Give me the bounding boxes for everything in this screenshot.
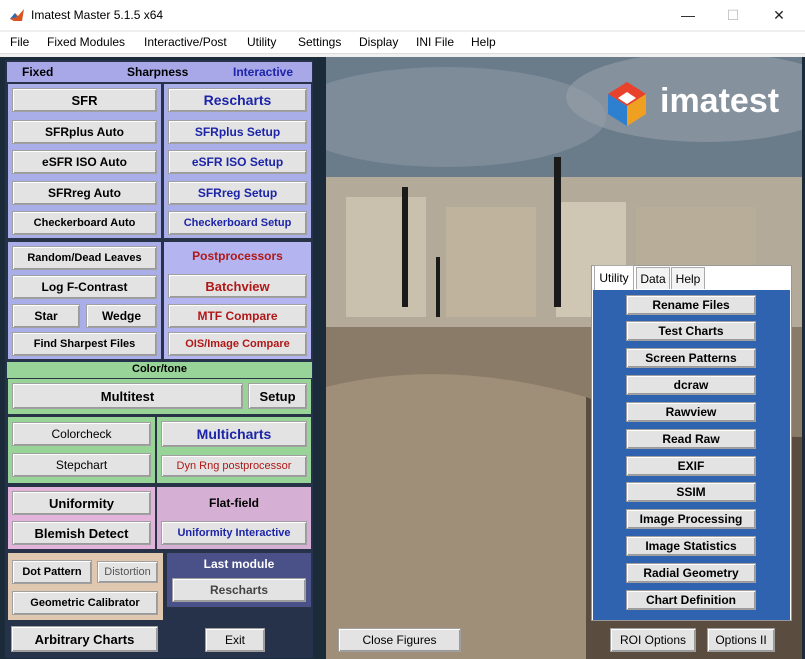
menu-settings[interactable]: Settings [298, 35, 341, 49]
flat-field-label: Flat-field [209, 496, 259, 510]
last-module-button[interactable]: Rescharts [172, 578, 306, 602]
postprocessors-label: Postprocessors [192, 249, 283, 263]
menu-utility[interactable]: Utility [247, 35, 276, 49]
window-title: Imatest Master 5.1.5 x64 [31, 8, 164, 22]
tab-help[interactable]: Help [671, 267, 705, 289]
dcraw-button[interactable]: dcraw [626, 375, 756, 395]
rawview-button[interactable]: Rawview [626, 402, 756, 422]
menu-display[interactable]: Display [359, 35, 398, 49]
interactive-label: Interactive [233, 65, 294, 79]
sharpness-label: Sharpness [127, 65, 189, 79]
menu-fixed-modules[interactable]: Fixed Modules [47, 35, 125, 49]
options-ii-button[interactable]: Options II [707, 628, 775, 652]
read-raw-button[interactable]: Read Raw [626, 429, 756, 449]
stepchart-button[interactable]: Stepchart [12, 453, 151, 477]
multitest-button[interactable]: Multitest [12, 383, 243, 409]
image-statistics-button[interactable]: Image Statistics [626, 536, 756, 556]
blemish-detect-button[interactable]: Blemish Detect [12, 521, 151, 545]
mtf-compare-button[interactable]: MTF Compare [168, 304, 307, 328]
exit-button[interactable]: Exit [205, 628, 265, 652]
sfr-button[interactable]: SFR [12, 88, 157, 112]
radial-geometry-button[interactable]: Radial Geometry [626, 563, 756, 583]
star-button[interactable]: Star [12, 304, 80, 328]
roi-options-button[interactable]: ROI Options [610, 628, 696, 652]
matlab-icon [10, 9, 24, 21]
maximize-button[interactable]: ☐ [721, 4, 745, 26]
sfrreg-auto-button[interactable]: SFRreg Auto [12, 181, 157, 205]
minimize-button[interactable]: — [676, 4, 700, 26]
esfr-iso-setup-button[interactable]: eSFR ISO Setup [168, 150, 307, 174]
log-f-contrast-button[interactable]: Log F-Contrast [12, 275, 157, 299]
menu-file[interactable]: File [10, 35, 29, 49]
last-module-label: Last module [203, 557, 275, 571]
screen-patterns-button[interactable]: Screen Patterns [626, 348, 756, 368]
rename-files-button[interactable]: Rename Files [626, 295, 756, 315]
fixed-label: Fixed [22, 65, 54, 79]
tab-data[interactable]: Data [636, 267, 670, 289]
checkerboard-auto-button[interactable]: Checkerboard Auto [12, 211, 157, 235]
sfrreg-setup-button[interactable]: SFRreg Setup [168, 181, 307, 205]
ssim-button[interactable]: SSIM [626, 482, 756, 502]
sfrplus-setup-button[interactable]: SFRplus Setup [168, 120, 307, 144]
menu-help[interactable]: Help [471, 35, 496, 49]
uniformity-button[interactable]: Uniformity [12, 491, 151, 515]
uniformity-interactive-button[interactable]: Uniformity Interactive [161, 521, 307, 545]
color-tone-label: Color/tone [132, 363, 187, 375]
exif-button[interactable]: EXIF [626, 456, 756, 476]
menu-interactive-post[interactable]: Interactive/Post [144, 35, 227, 49]
close-figures-button[interactable]: Close Figures [338, 628, 461, 652]
image-processing-button[interactable]: Image Processing [626, 509, 756, 529]
dot-pattern-button[interactable]: Dot Pattern [12, 560, 92, 584]
menu-ini-file[interactable]: INI File [416, 35, 454, 49]
ois-image-compare-button[interactable]: OIS/Image Compare [168, 332, 307, 356]
checkerboard-setup-button[interactable]: Checkerboard Setup [168, 211, 307, 235]
multicharts-button[interactable]: Multicharts [161, 421, 307, 447]
sfrplus-auto-button[interactable]: SFRplus Auto [12, 120, 157, 144]
dyn-rng-postprocessor-button[interactable]: Dyn Rng postprocessor [161, 455, 307, 477]
colorcheck-button[interactable]: Colorcheck [12, 422, 151, 446]
esfr-iso-auto-button[interactable]: eSFR ISO Auto [12, 150, 157, 174]
arbitrary-charts-button[interactable]: Arbitrary Charts [11, 626, 158, 652]
imatest-logo-icon [606, 80, 648, 128]
close-button[interactable]: ✕ [767, 4, 791, 26]
chart-definition-button[interactable]: Chart Definition [626, 590, 756, 610]
batchview-button[interactable]: Batchview [168, 274, 307, 298]
imatest-logo-text: imatest [660, 82, 780, 120]
find-sharpest-files-button[interactable]: Find Sharpest Files [12, 332, 157, 356]
wedge-button[interactable]: Wedge [86, 304, 157, 328]
tab-utility[interactable]: Utility [594, 265, 634, 290]
distortion-button[interactable]: Distortion [97, 561, 158, 583]
geometric-calibrator-button[interactable]: Geometric Calibrator [12, 591, 158, 615]
rescharts-button[interactable]: Rescharts [168, 88, 307, 112]
test-charts-button[interactable]: Test Charts [626, 321, 756, 341]
setup-button[interactable]: Setup [248, 383, 307, 409]
random-dead-leaves-button[interactable]: Random/Dead Leaves [12, 246, 157, 270]
